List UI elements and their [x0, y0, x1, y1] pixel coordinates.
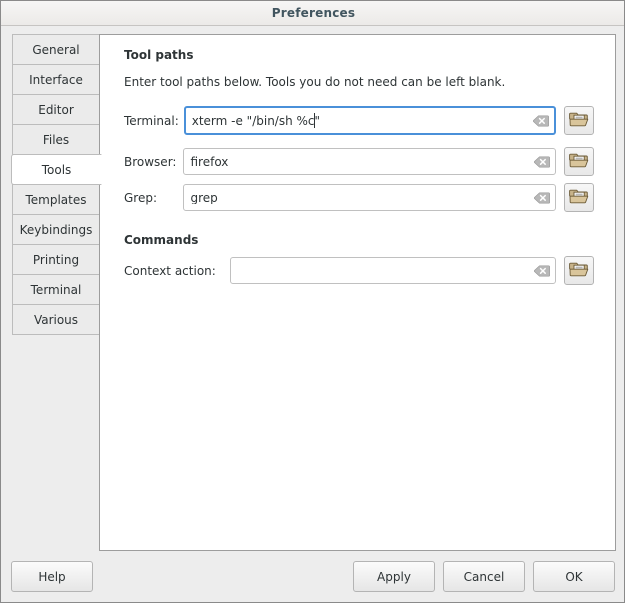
sidebar-item-editor[interactable]: Editor: [12, 94, 100, 125]
grep-input[interactable]: grep: [183, 184, 556, 211]
browser-path-row: Browser: firefox: [124, 147, 594, 176]
sidebar-item-files[interactable]: Files: [12, 124, 100, 155]
context-action-input[interactable]: [230, 257, 556, 284]
preferences-dialog: Preferences General Interface Editor Fil…: [0, 0, 625, 603]
terminal-input-value: xterm -e "/bin/sh %c": [186, 115, 554, 127]
titlebar: Preferences: [1, 1, 625, 26]
sidebar-item-label: Various: [34, 313, 78, 327]
sidebar-item-label: Templates: [25, 193, 86, 207]
sidebar-item-terminal[interactable]: Terminal: [12, 274, 100, 305]
sidebar-item-label: Printing: [33, 253, 79, 267]
sidebar-item-label: Keybindings: [20, 223, 93, 237]
apply-button[interactable]: Apply: [353, 561, 435, 592]
sidebar-item-keybindings[interactable]: Keybindings: [12, 214, 100, 245]
terminal-path-row: Terminal: xterm -e "/bin/sh %c": [124, 106, 594, 135]
window-title: Preferences: [272, 6, 355, 20]
help-button[interactable]: Help: [11, 561, 93, 592]
ok-button[interactable]: OK: [533, 561, 615, 592]
sidebar-item-label: Editor: [38, 103, 74, 117]
terminal-label: Terminal:: [124, 114, 184, 128]
commands-heading: Commands: [124, 233, 198, 247]
clear-entry-icon[interactable]: [534, 265, 550, 277]
sidebar-item-label: Files: [43, 133, 69, 147]
browser-input[interactable]: firefox: [183, 148, 556, 175]
sidebar-item-templates[interactable]: Templates: [12, 184, 100, 215]
tool-paths-heading: Tool paths: [124, 48, 193, 62]
open-folder-icon: [569, 110, 589, 131]
browser-label: Browser:: [124, 155, 183, 169]
text-caret: [314, 113, 315, 128]
sidebar-item-tools[interactable]: Tools: [11, 154, 102, 185]
sidebar-item-interface[interactable]: Interface: [12, 64, 100, 95]
tools-settings-panel: Tool paths Enter tool paths below. Tools…: [99, 34, 616, 551]
cancel-button-label: Cancel: [464, 570, 505, 584]
ok-button-label: OK: [565, 570, 582, 584]
open-folder-icon: [569, 151, 589, 172]
clear-entry-icon[interactable]: [534, 156, 550, 168]
cancel-button[interactable]: Cancel: [443, 561, 525, 592]
dialog-body: General Interface Editor Files Tools Tem…: [1, 26, 624, 602]
grep-path-row: Grep: grep: [124, 183, 594, 212]
clear-entry-icon[interactable]: [534, 192, 550, 204]
sidebar-item-label: Terminal: [31, 283, 82, 297]
terminal-input[interactable]: xterm -e "/bin/sh %c": [184, 106, 556, 135]
sidebar-tab-list: General Interface Editor Files Tools Tem…: [11, 34, 100, 335]
clear-entry-icon[interactable]: [533, 115, 549, 127]
tool-paths-description: Enter tool paths below. Tools you do not…: [124, 75, 505, 89]
sidebar-item-label: Tools: [42, 163, 72, 177]
sidebar-item-various[interactable]: Various: [12, 304, 100, 335]
sidebar-item-printing[interactable]: Printing: [12, 244, 100, 275]
apply-button-label: Apply: [377, 570, 411, 584]
help-button-label: Help: [38, 570, 65, 584]
context-action-browse-button[interactable]: [564, 256, 594, 285]
grep-input-value: grep: [184, 192, 555, 204]
browser-browse-button[interactable]: [564, 147, 594, 176]
context-action-label: Context action:: [124, 264, 230, 278]
browser-input-value: firefox: [184, 156, 555, 168]
open-folder-icon: [569, 260, 589, 281]
sidebar-item-general[interactable]: General: [12, 34, 100, 65]
sidebar-item-label: General: [32, 43, 79, 57]
grep-browse-button[interactable]: [564, 183, 594, 212]
sidebar-item-label: Interface: [29, 73, 83, 87]
open-folder-icon: [569, 187, 589, 208]
context-action-row: Context action:: [124, 256, 594, 285]
terminal-browse-button[interactable]: [564, 106, 594, 135]
grep-label: Grep:: [124, 191, 183, 205]
